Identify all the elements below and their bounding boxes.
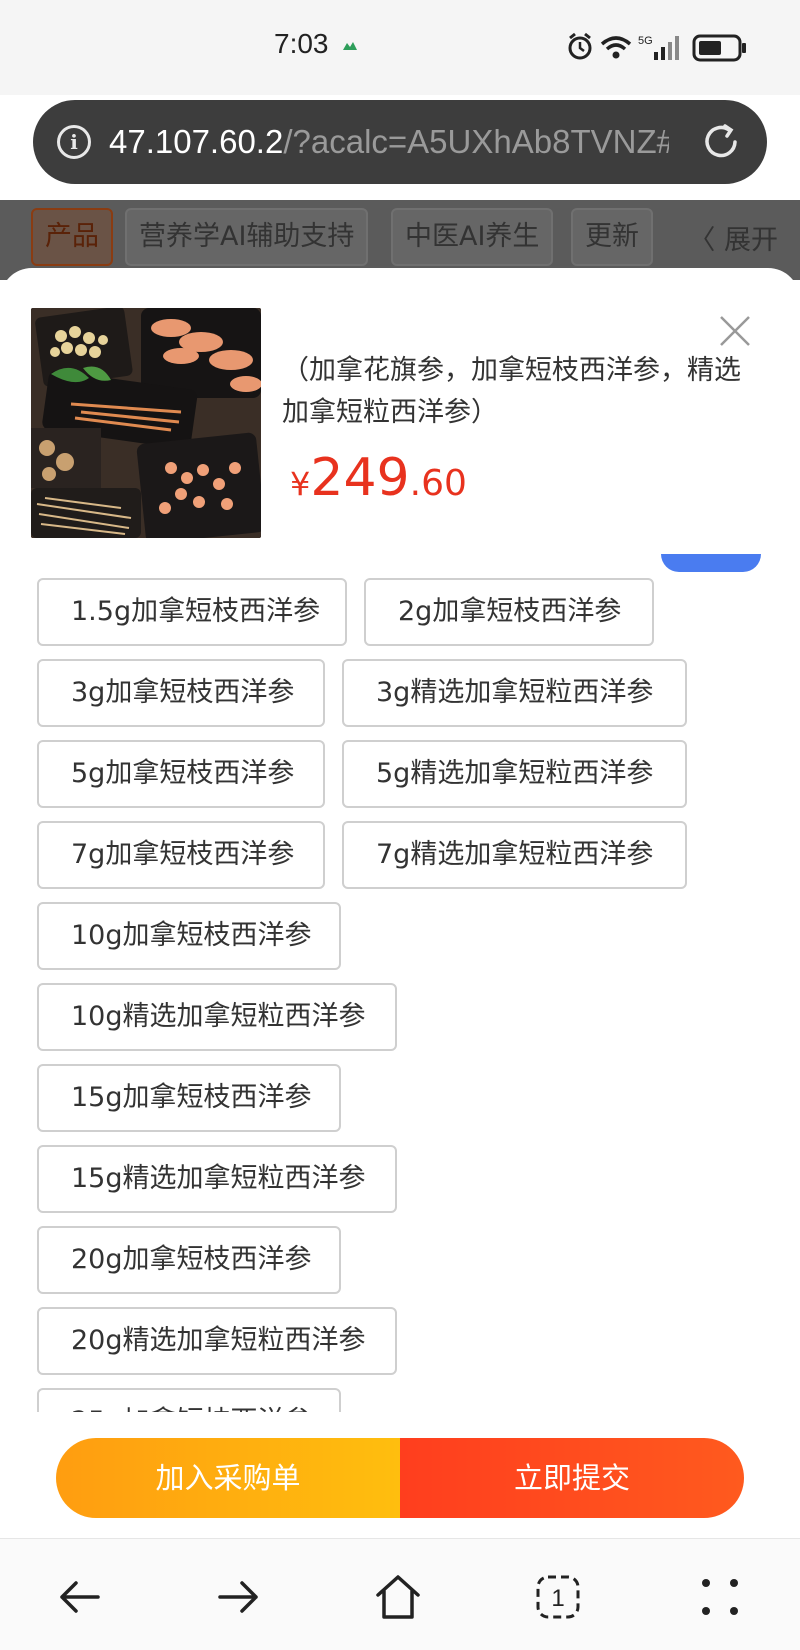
reload-icon[interactable] (699, 120, 743, 164)
product-title: （加拿花旗参，加拿短枝西洋参，精选加拿短粒西洋参） (282, 355, 741, 428)
svg-text:1: 1 (551, 1585, 564, 1612)
sku-option[interactable]: 7g加拿短枝西洋参 (37, 821, 325, 889)
product-image (31, 308, 261, 538)
signal-icon (654, 36, 679, 60)
info-icon[interactable]: i (57, 125, 91, 159)
tab-products[interactable]: 产品 (31, 208, 113, 266)
sku-option[interactable]: 5g精选加拿短粒西洋参 (342, 740, 687, 808)
url-text[interactable]: 47.107.60.2/?acalc=A5UXhAb8TVNZ# (109, 122, 669, 162)
url-path: /?acalc=A5UXhAb8TVNZ# (283, 123, 669, 160)
product-price: ¥249.60 (290, 448, 467, 508)
sku-option[interactable]: 3g精选加拿短粒西洋参 (342, 659, 687, 727)
sku-option[interactable]: 15g精选加拿短粒西洋参 (37, 1145, 397, 1213)
close-icon[interactable] (718, 314, 752, 348)
tab-nutrition-ai[interactable]: 营养学AI辅助支持 (125, 208, 369, 266)
browser-nav-bar: 1 (0, 1538, 800, 1650)
network-type: 5G (638, 35, 653, 47)
add-to-cart-button[interactable]: 加入采购单 (56, 1438, 400, 1518)
home-icon[interactable] (372, 1571, 424, 1623)
expand-tabs-button[interactable]: 〈 展开 (688, 218, 778, 257)
status-time: 7:03 (274, 28, 329, 59)
sku-option[interactable]: 7g精选加拿短粒西洋参 (342, 821, 687, 889)
forward-arrow-icon[interactable] (212, 1571, 264, 1623)
sku-option[interactable]: 1.5g加拿短枝西洋参 (37, 578, 347, 646)
tab-updates[interactable]: 更新 (571, 208, 653, 266)
status-icons: 5G (568, 32, 746, 62)
sku-option[interactable]: 10g精选加拿短粒西洋参 (37, 983, 397, 1051)
alarm-icon (568, 32, 592, 60)
price-decimal: .60 (409, 463, 467, 504)
food-photo (31, 308, 261, 538)
notification-icon (343, 42, 357, 50)
currency-symbol: ¥ (290, 465, 311, 503)
price-integer: 249 (310, 448, 410, 508)
sku-option[interactable]: 20g加拿短枝西洋参 (37, 1226, 341, 1294)
sku-selector-sheet: （加拿花旗参，加拿短枝西洋参，精选加拿短粒西洋参） ¥249.60 1.5g加拿… (0, 268, 800, 1538)
tab-tcm-ai[interactable]: 中医AI养生 (391, 208, 554, 266)
sku-option[interactable]: 15g加拿短枝西洋参 (37, 1064, 341, 1132)
menu-dots-icon[interactable] (694, 1571, 746, 1623)
url-host: 47.107.60.2 (109, 123, 284, 160)
back-arrow-icon[interactable] (54, 1571, 106, 1623)
sku-option[interactable]: 3g加拿短枝西洋参 (37, 659, 325, 727)
wifi-icon (600, 36, 632, 59)
sku-option[interactable]: 25g加拿短枝西洋参 (37, 1388, 341, 1412)
battery-icon (692, 34, 746, 62)
sku-option[interactable]: 20g精选加拿短粒西洋参 (37, 1307, 397, 1375)
sku-option[interactable]: 2g加拿短枝西洋参 (364, 578, 654, 646)
sku-options: 1.5g加拿短枝西洋参 2g加拿短枝西洋参 3g加拿短枝西洋参 3g精选加拿短粒… (37, 578, 767, 1412)
scroll-indicator (661, 554, 761, 572)
address-bar[interactable]: i 47.107.60.2/?acalc=A5UXhAb8TVNZ# (33, 100, 767, 184)
status-bar: 7:03 5G (0, 0, 800, 95)
tabs-count-icon[interactable]: 1 (532, 1571, 584, 1623)
action-buttons: 加入采购单 立即提交 (56, 1438, 744, 1518)
sku-option[interactable]: 10g加拿短枝西洋参 (37, 902, 341, 970)
submit-now-button[interactable]: 立即提交 (400, 1438, 744, 1518)
sku-option[interactable]: 5g加拿短枝西洋参 (37, 740, 325, 808)
